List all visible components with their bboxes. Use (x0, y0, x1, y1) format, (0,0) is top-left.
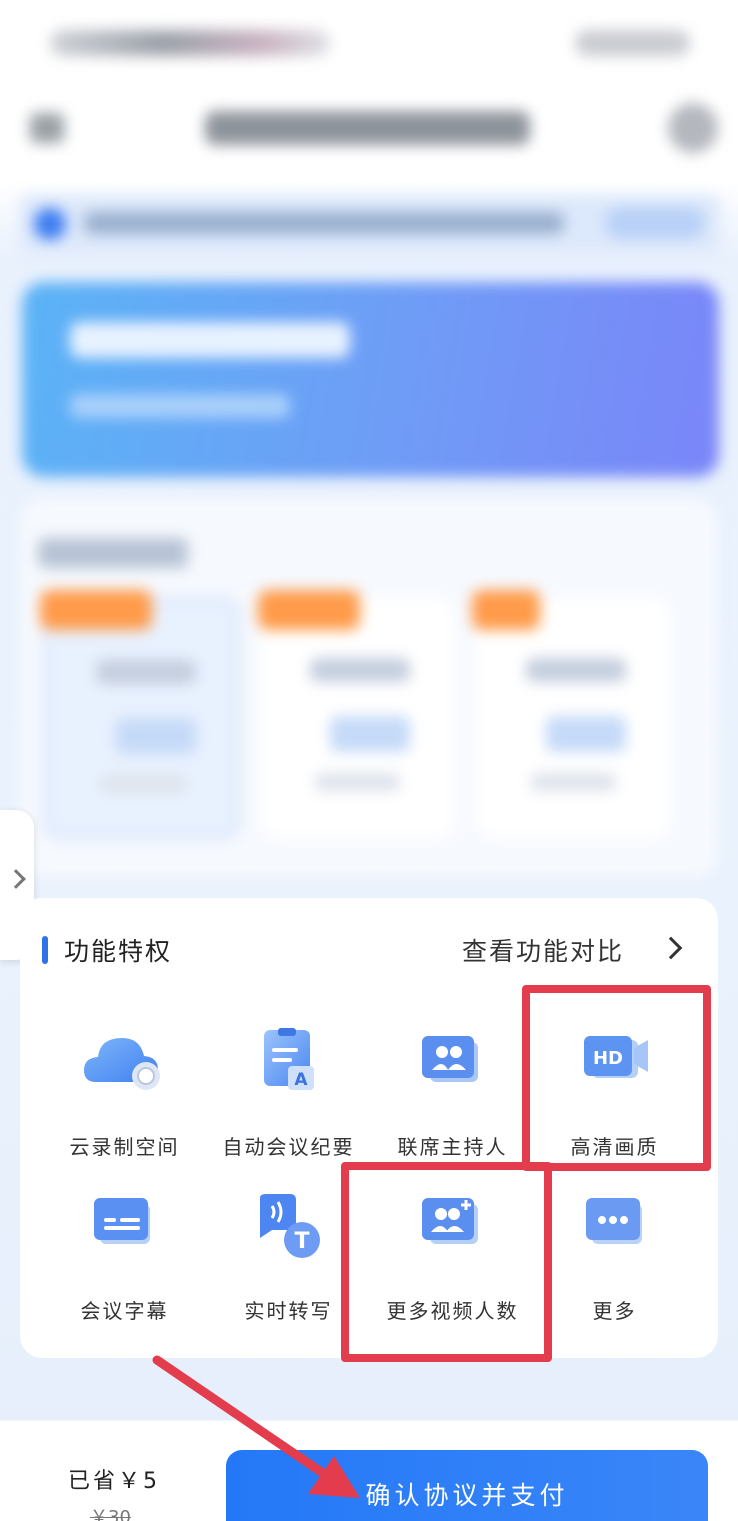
menu-icon[interactable] (30, 113, 64, 143)
svg-text:A: A (294, 1070, 308, 1090)
section-title: 功能特权 (64, 937, 173, 966)
plan-section-title (38, 538, 188, 568)
chevron-right-icon[interactable] (659, 936, 683, 960)
plan-price (330, 716, 410, 752)
plan-tag (258, 590, 360, 630)
bottom-pay-bar: 已省￥5 ￥30 确认协议并支付 (0, 1421, 738, 1521)
feature-auto-minutes[interactable]: A 自动会议纪要 (206, 1026, 371, 1176)
banner-title (70, 322, 350, 358)
feature-co-host[interactable]: 联席主持人 (370, 1026, 535, 1176)
plan-original-price (315, 773, 400, 791)
page-title (205, 111, 530, 145)
plan-original-price (101, 775, 186, 793)
notice-icon (34, 208, 66, 240)
confirm-pay-button[interactable]: 确认协议并支付 (226, 1450, 708, 1521)
auto-minutes-icon: A (263, 1028, 314, 1090)
feature-label: 云录制空间 (69, 1135, 180, 1159)
plan-original-price (531, 773, 616, 791)
banner-subtitle (70, 394, 290, 418)
plan-tag (472, 590, 540, 630)
feature-subtitles[interactable]: 会议字幕 (42, 1190, 207, 1340)
feature-label: 自动会议纪要 (222, 1135, 355, 1159)
plan-tag (40, 590, 152, 630)
membership-banner (22, 282, 719, 477)
saved-amount: 已省￥5 (68, 1469, 160, 1494)
plan-price (116, 718, 196, 754)
plan-selector (20, 498, 718, 878)
more-icon (585, 1198, 642, 1244)
feature-label: 会议字幕 (80, 1299, 169, 1323)
plan-card[interactable] (476, 598, 671, 838)
notice-text (84, 212, 564, 234)
app-header (0, 95, 738, 165)
feature-more[interactable]: 更多 (532, 1190, 697, 1340)
plan-card[interactable] (44, 598, 239, 838)
feature-cloud-recording[interactable]: 云录制空间 (42, 1026, 207, 1176)
feature-label: 更多 (592, 1299, 637, 1323)
original-price: ￥30 (90, 1507, 131, 1521)
chevron-right-icon (6, 869, 26, 889)
co-host-icon (421, 1036, 478, 1082)
status-bar-right (575, 30, 690, 56)
notice-bar (20, 195, 720, 253)
cloud-record-icon (83, 1038, 160, 1090)
section-accent-bar (42, 936, 48, 964)
plan-name (310, 658, 410, 682)
plan-name (96, 660, 196, 684)
annotation-highlight-hd (522, 985, 711, 1171)
feature-label: 联席主持人 (397, 1135, 508, 1159)
help-icon[interactable] (668, 103, 718, 153)
annotation-highlight-participants (341, 1162, 552, 1362)
status-bar (0, 0, 738, 90)
notice-button[interactable] (605, 207, 705, 239)
status-bar-left (50, 30, 330, 56)
compare-features-link[interactable]: 查看功能对比 (462, 932, 624, 968)
subtitles-icon (93, 1198, 150, 1244)
svg-text:T: T (294, 1229, 309, 1254)
plan-price (546, 716, 626, 752)
plan-card[interactable] (260, 598, 455, 838)
confirm-pay-label: 确认协议并支付 (365, 1481, 569, 1510)
realtime-transcribe-icon: T (259, 1194, 320, 1258)
plan-name (526, 658, 626, 682)
